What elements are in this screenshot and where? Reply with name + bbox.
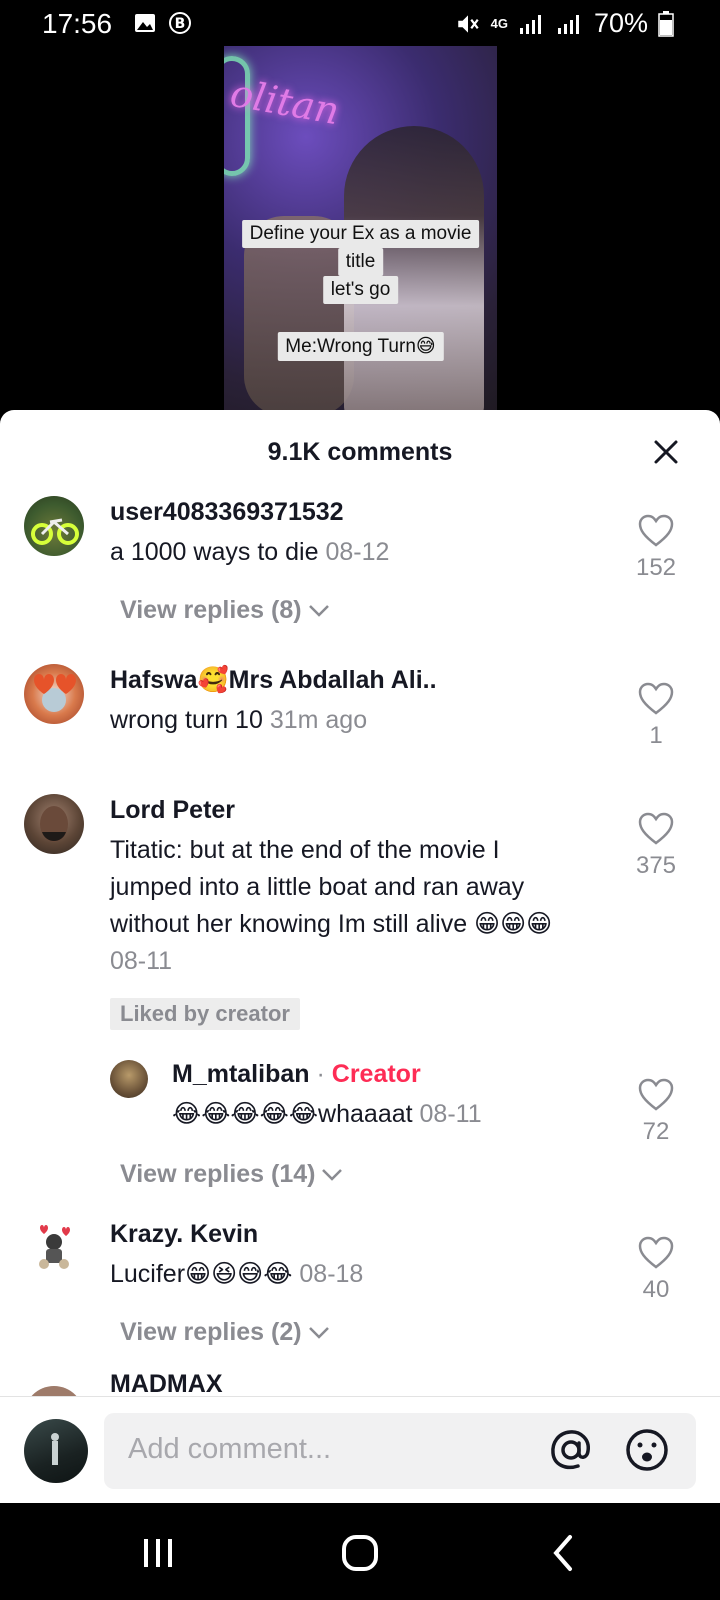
comment-body: wrong turn 10 bbox=[110, 706, 263, 734]
mute-icon bbox=[457, 14, 479, 33]
heart-icon bbox=[638, 1236, 674, 1269]
status-bar: 17:56 B 4G 70% bbox=[0, 0, 720, 46]
video-caption-line-4: Me:Wrong Turn😅 bbox=[277, 332, 444, 361]
heart-icon bbox=[638, 514, 674, 547]
view-replies-label: View replies (14) bbox=[120, 1160, 316, 1188]
view-replies-button[interactable]: View replies (2) bbox=[120, 1318, 330, 1347]
reply-like-button[interactable]: 72 bbox=[626, 1078, 686, 1146]
avatar[interactable] bbox=[24, 496, 84, 556]
like-button[interactable]: 40 bbox=[626, 1236, 686, 1304]
close-icon[interactable] bbox=[648, 434, 684, 470]
chevron-down-icon bbox=[308, 1326, 329, 1339]
heart-icon bbox=[638, 1078, 674, 1111]
my-avatar[interactable] bbox=[24, 1419, 88, 1483]
comment-time: 08-11 bbox=[110, 947, 173, 975]
comment-text: Lucifer😁😆😅😂 08-18 bbox=[110, 1256, 363, 1293]
motorbike-avatar-icon bbox=[31, 518, 79, 545]
chevron-down-icon bbox=[322, 1168, 343, 1181]
comment-item: Krazy. Kevin Lucifer😁😆😅😂 08-18 40 View r… bbox=[0, 1218, 720, 1378]
comment-item: MADMAX bbox=[0, 1370, 720, 1446]
comment-input-bar: Add comment... bbox=[0, 1396, 720, 1503]
comment-input-placeholder: Add comment... bbox=[128, 1433, 332, 1465]
comment-text: a 1000 ways to die 08-12 bbox=[110, 534, 389, 571]
signal-icon-2 bbox=[557, 14, 579, 34]
avatar[interactable] bbox=[24, 1218, 84, 1278]
like-count: 375 bbox=[635, 852, 677, 879]
video-caption-line-1: Define your Ex as a movie bbox=[241, 220, 480, 248]
status-right: 4G 70% bbox=[455, 8, 674, 39]
comment-body: a 1000 ways to die bbox=[110, 538, 319, 566]
emoji-icon[interactable] bbox=[624, 1427, 670, 1473]
heart-icon bbox=[638, 812, 674, 845]
comment-time: 08-18 bbox=[299, 1260, 364, 1288]
figure-avatar-icon bbox=[51, 1433, 59, 1465]
comment-username[interactable]: user4083369371532 bbox=[110, 498, 344, 527]
battery-icon bbox=[658, 10, 674, 37]
view-replies-label: View replies (2) bbox=[120, 1318, 302, 1346]
comment-username[interactable]: Hafswa🥰Mrs Abdallah Ali.. bbox=[110, 666, 437, 695]
like-count: 72 bbox=[642, 1118, 670, 1145]
system-nav-bar bbox=[0, 1503, 720, 1600]
cartoon-avatar-icon bbox=[39, 1225, 70, 1269]
comment-item: Hafswa🥰Mrs Abdallah Ali.. wrong turn 10 … bbox=[0, 664, 720, 764]
signal-icon bbox=[519, 14, 541, 34]
svg-text:B: B bbox=[175, 16, 186, 32]
chevron-down-icon bbox=[308, 604, 329, 617]
comment-text: wrong turn 10 31m ago bbox=[110, 702, 367, 739]
comments-count-title: 9.1K comments bbox=[267, 438, 453, 466]
comment-line-3: without her knowing Im still alive 😁😁😁 bbox=[110, 910, 553, 938]
comment-input[interactable]: Add comment... bbox=[104, 1413, 696, 1489]
view-replies-button[interactable]: View replies (14) bbox=[120, 1160, 343, 1189]
video-caption-line-2: title bbox=[337, 248, 384, 276]
reply-separator: · bbox=[316, 1060, 325, 1088]
comment-line-2: jumped into a little boat and ran away bbox=[110, 873, 525, 901]
reply-avatar[interactable] bbox=[110, 1060, 148, 1098]
comment-item: user4083369371532 a 1000 ways to die 08-… bbox=[0, 496, 720, 656]
comment-body: Lucifer😁😆😅😂 bbox=[110, 1260, 293, 1288]
video-player[interactable]: olitan Define your Ex as a movie title l… bbox=[0, 46, 720, 410]
comment-username[interactable]: MADMAX bbox=[110, 1370, 223, 1399]
battery-percent: 70% bbox=[593, 8, 648, 38]
like-count: 40 bbox=[642, 1276, 670, 1303]
comments-sheet: 9.1K comments user4083369371532 a 1000 w… bbox=[0, 410, 720, 1503]
reply-body: 😂😂😂😂😂whaaaat bbox=[172, 1100, 413, 1128]
comment-text: Titatic: but at the end of the movie I j… bbox=[110, 832, 552, 980]
comment-username[interactable]: Lord Peter bbox=[110, 796, 235, 825]
video-caption-line-3: let's go bbox=[322, 276, 399, 304]
like-button[interactable]: 375 bbox=[626, 812, 686, 880]
avatar[interactable] bbox=[24, 794, 84, 854]
home-icon[interactable] bbox=[336, 1529, 384, 1577]
creator-label: Creator bbox=[331, 1060, 421, 1088]
heart-icon bbox=[638, 682, 674, 715]
back-icon[interactable] bbox=[540, 1529, 588, 1577]
b-badge-icon: B bbox=[169, 12, 191, 34]
reply-text: 😂😂😂😂😂whaaaat 08-11 bbox=[172, 1096, 482, 1133]
like-button[interactable]: 1 bbox=[626, 682, 686, 750]
avatar[interactable] bbox=[24, 664, 84, 724]
comment-time: 31m ago bbox=[269, 706, 368, 734]
comment-item: Lord Peter Titatic: but at the end of th… bbox=[0, 794, 720, 1194]
reply-username-line: M_mtaliban · Creator bbox=[172, 1060, 421, 1089]
like-count: 152 bbox=[635, 554, 677, 581]
reply-username[interactable]: M_mtaliban bbox=[172, 1060, 310, 1088]
view-replies-button[interactable]: View replies (8) bbox=[120, 596, 330, 625]
recent-apps-icon[interactable] bbox=[134, 1529, 182, 1577]
reply-time: 08-11 bbox=[419, 1100, 482, 1128]
gallery-icon bbox=[135, 14, 155, 32]
video-frame[interactable]: olitan Define your Ex as a movie title l… bbox=[224, 46, 497, 410]
mention-icon[interactable] bbox=[548, 1427, 594, 1473]
like-button[interactable]: 152 bbox=[626, 514, 686, 582]
comment-time: 08-12 bbox=[325, 538, 390, 566]
network-type: 4G bbox=[490, 15, 508, 31]
hearts-avatar-icon bbox=[34, 674, 76, 712]
view-replies-label: View replies (8) bbox=[120, 596, 302, 624]
liked-by-creator-badge: Liked by creator bbox=[110, 998, 300, 1030]
like-count: 1 bbox=[649, 722, 663, 749]
face-avatar-icon bbox=[40, 806, 68, 842]
comment-line-1: Titatic: but at the end of the movie I bbox=[110, 836, 500, 864]
comment-username[interactable]: Krazy. Kevin bbox=[110, 1220, 258, 1249]
status-time: 17:56 bbox=[42, 8, 113, 39]
